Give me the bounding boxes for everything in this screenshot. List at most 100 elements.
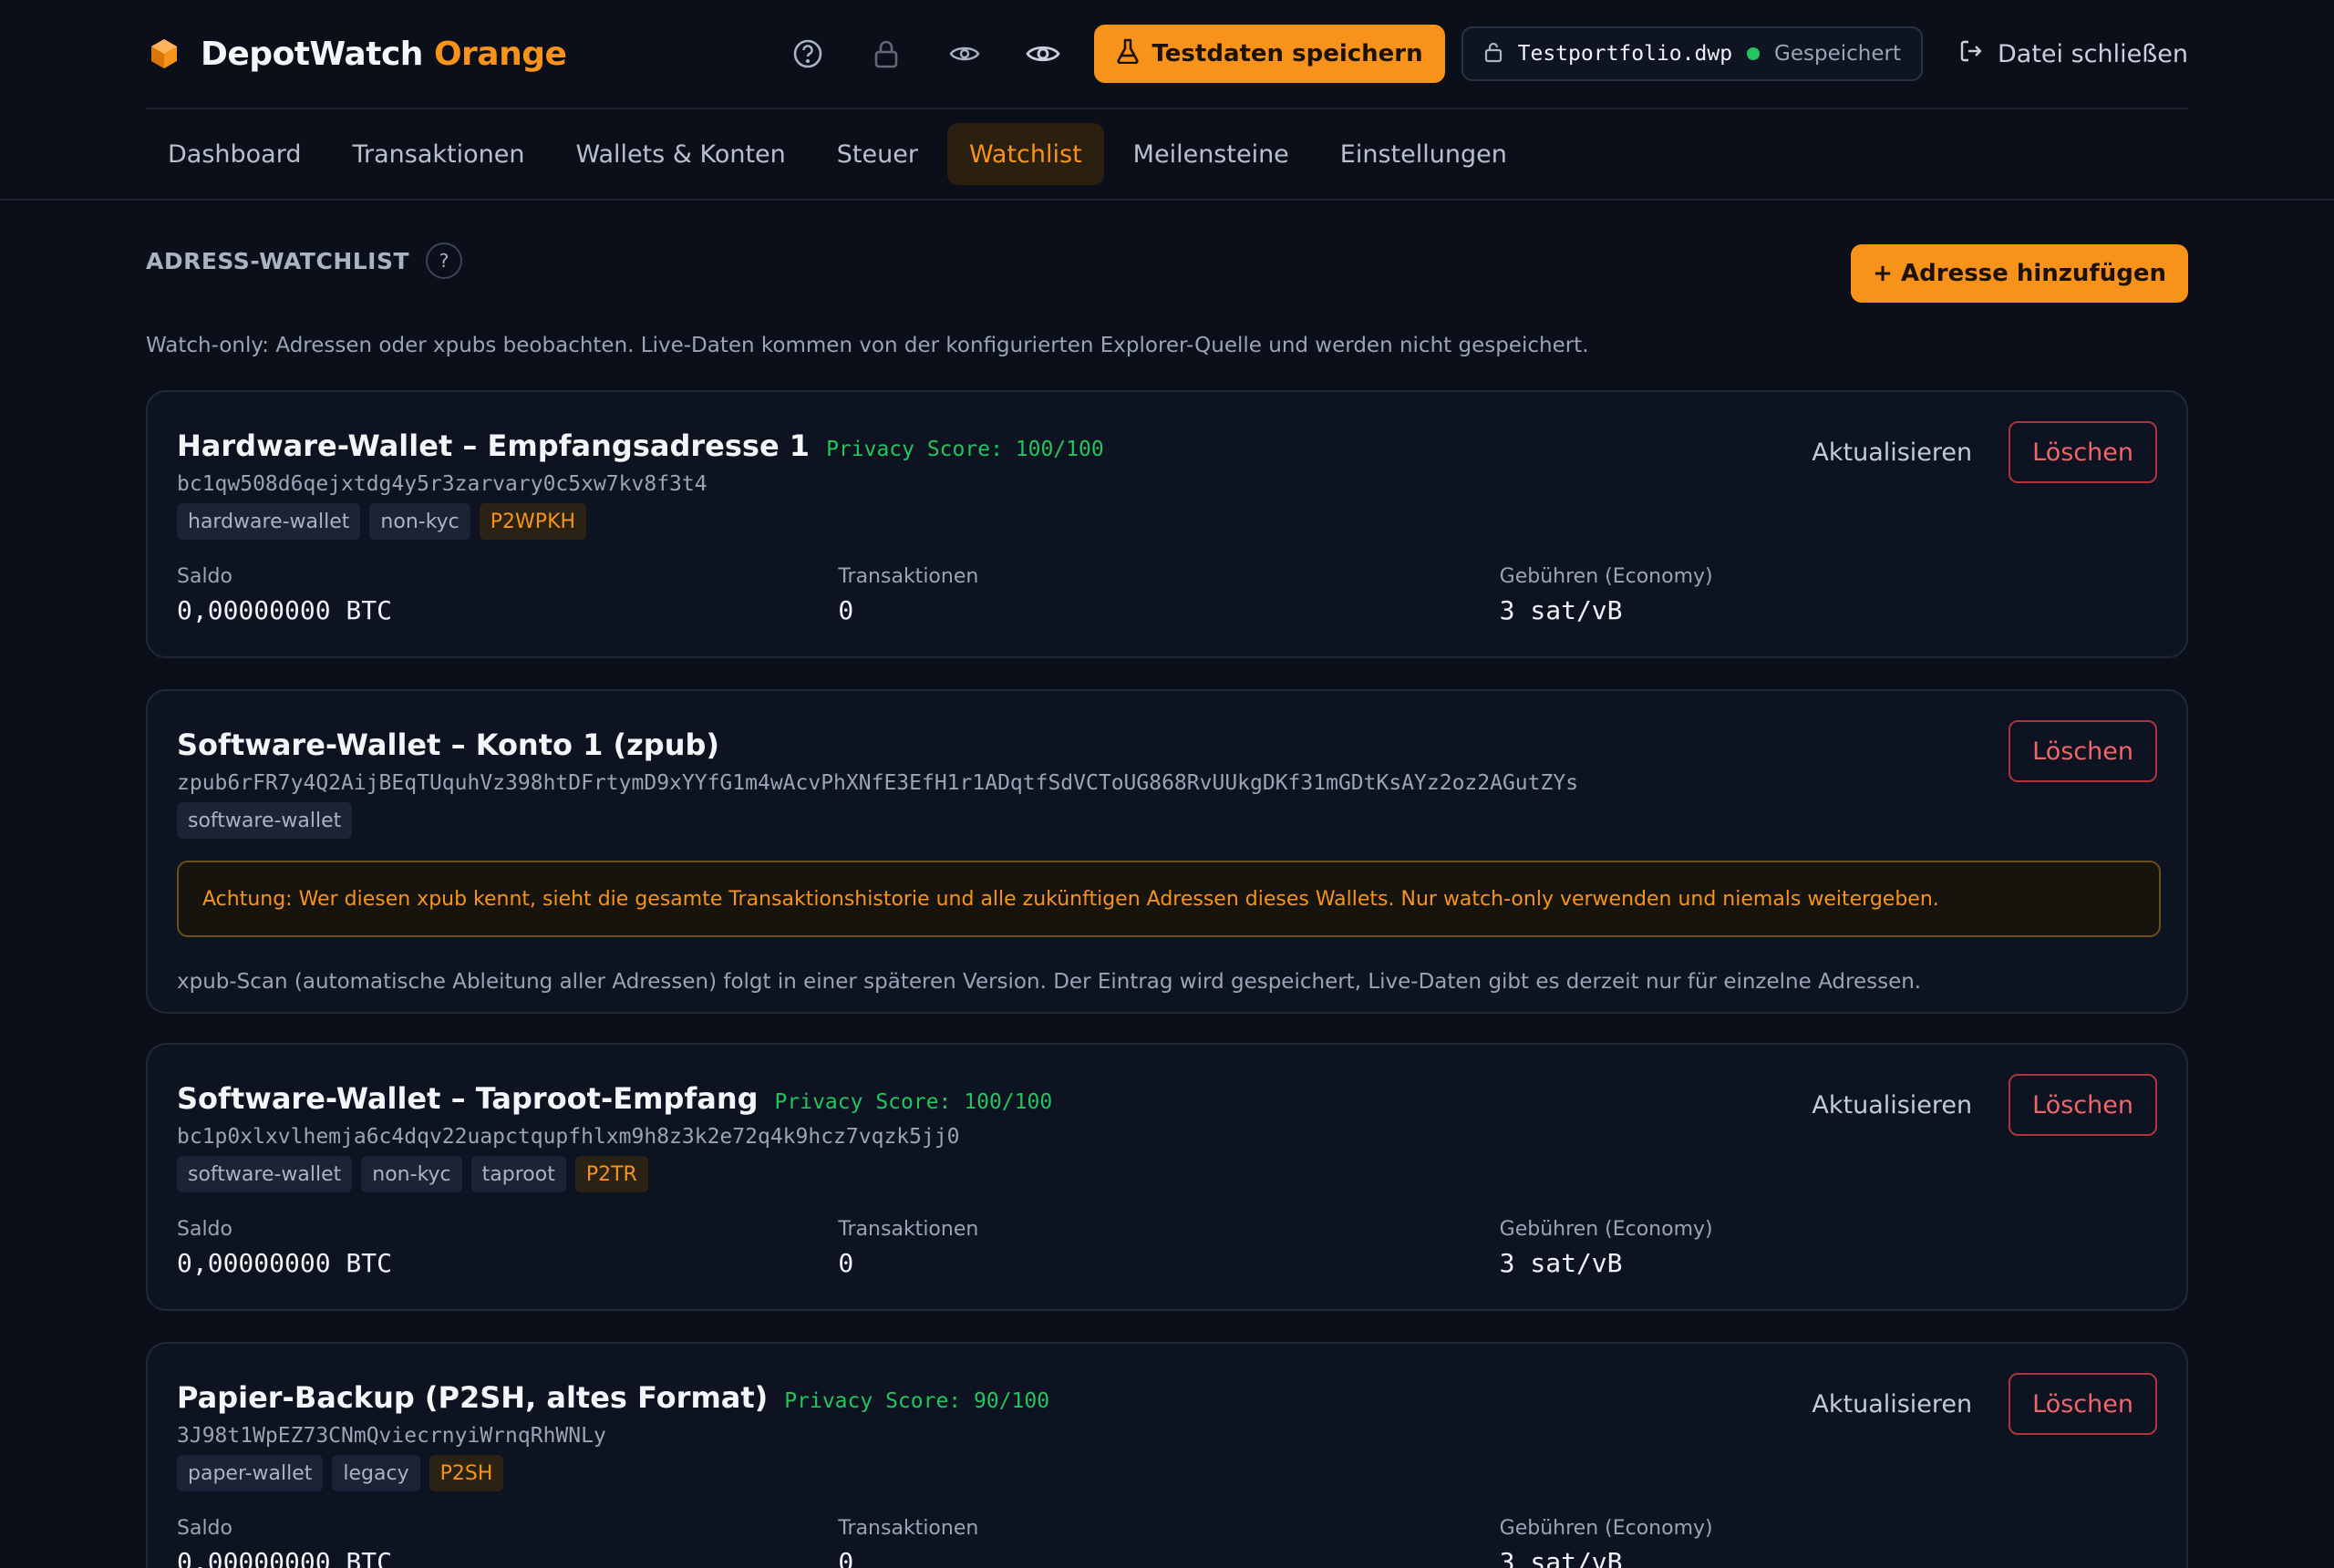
- card-address: bc1qw508d6qejxtdg4y5r3zarvary0c5xw7kv8f3…: [177, 472, 707, 496]
- tab-meilensteine[interactable]: Meilensteine: [1111, 123, 1311, 185]
- tag-list: hardware-wallet non-kyc P2WPKH: [177, 503, 587, 540]
- add-address-button[interactable]: + Adresse hinzufügen: [1851, 244, 2188, 303]
- tabs-divider: [0, 199, 2334, 201]
- delete-button[interactable]: Löschen: [2009, 421, 2157, 483]
- tab-einstellungen[interactable]: Einstellungen: [1318, 123, 1529, 185]
- tab-dashboard[interactable]: Dashboard: [146, 123, 323, 185]
- unlock-icon: [1483, 41, 1503, 67]
- tag: paper-wallet: [177, 1455, 324, 1491]
- logout-icon: [1959, 39, 1983, 69]
- eye-icon[interactable]: [937, 26, 992, 81]
- stat-fees: Gebühren (Economy) 3 sat/vB: [1500, 1517, 2161, 1568]
- card-actions: Löschen: [2009, 720, 2157, 782]
- card-stats: Saldo 0,00000000 BTC Transaktionen 0 Geb…: [177, 1517, 2161, 1568]
- card-actions: Aktualisieren Löschen: [1812, 1373, 2157, 1435]
- card-title-row: Papier-Backup (P2SH, altes Format) Priva…: [177, 1380, 1049, 1415]
- file-indicator: Testportfolio.dwp Gespeichert: [1461, 26, 1923, 81]
- watchlist-card: Software-Wallet – Taproot-Empfang Privac…: [146, 1043, 2188, 1311]
- stat-transactions: Transaktionen 0: [838, 565, 1499, 625]
- address-type-badge: P2SH: [429, 1455, 504, 1491]
- card-actions: Aktualisieren Löschen: [1812, 1074, 2157, 1136]
- card-stats: Saldo 0,00000000 BTC Transaktionen 0 Geb…: [177, 565, 2161, 625]
- tag: legacy: [332, 1455, 420, 1491]
- stat-value: 0: [838, 595, 854, 625]
- stat-value: 0,00000000 BTC: [177, 1248, 393, 1278]
- app-root: DepotWatch Orange Testdaten speichern Te…: [0, 0, 2334, 1568]
- card-title: Hardware-Wallet – Empfangsadresse 1: [177, 428, 811, 463]
- help-circle-icon[interactable]: [780, 26, 835, 81]
- delete-button[interactable]: Löschen: [2009, 1373, 2157, 1435]
- lock-icon[interactable]: [859, 26, 914, 81]
- delete-button[interactable]: Löschen: [2009, 720, 2157, 782]
- tag: non-kyc: [361, 1156, 462, 1192]
- eye-icon[interactable]: [1016, 26, 1070, 81]
- stat-label: Gebühren (Economy): [1499, 565, 1713, 588]
- card-address: bc1p0xlxvlhemja6c4dqv22uapctqupfhlxm9h8z…: [177, 1125, 960, 1149]
- file-name: Testportfolio.dwp: [1517, 42, 1733, 66]
- stat-label: Transaktionen: [838, 1218, 979, 1241]
- section-help-button[interactable]: ?: [426, 242, 463, 279]
- xpub-warning: Achtung: Wer diesen xpub kennt, sieht di…: [177, 861, 2161, 937]
- delete-button[interactable]: Löschen: [2009, 1074, 2157, 1136]
- tag: non-kyc: [369, 503, 470, 540]
- stat-transactions: Transaktionen 0: [838, 1517, 1499, 1568]
- privacy-score: Privacy Score: 100/100: [826, 438, 1104, 461]
- stat-label: Transaktionen: [838, 1517, 979, 1540]
- card-title-row: Software-Wallet – Konto 1 (zpub): [177, 727, 719, 762]
- refresh-button[interactable]: Aktualisieren: [1812, 1390, 1972, 1418]
- watchlist-card: Hardware-Wallet – Empfangsadresse 1 Priv…: [146, 390, 2188, 658]
- stat-label: Saldo: [177, 1517, 232, 1540]
- stat-label: Saldo: [177, 565, 232, 588]
- stat-value: 3 sat/vB: [1499, 1547, 1623, 1568]
- tag-list: software-wallet: [177, 802, 353, 839]
- main-tabs: Dashboard Transaktionen Wallets & Konten…: [146, 122, 1529, 186]
- privacy-score: Privacy Score: 100/100: [774, 1090, 1053, 1114]
- app-title: DepotWatch Orange: [201, 35, 567, 73]
- tab-watchlist[interactable]: Watchlist: [946, 123, 1104, 185]
- tab-transaktionen[interactable]: Transaktionen: [330, 123, 546, 185]
- stat-value: 3 sat/vB: [1499, 1248, 1623, 1278]
- section-title: ADRESS-WATCHLIST: [146, 247, 410, 274]
- brand-accent: Orange: [433, 35, 567, 73]
- address-type-badge: P2TR: [574, 1156, 648, 1192]
- section-intro: Watch-only: Adressen oder xpubs beobacht…: [146, 334, 1589, 357]
- stat-label: Gebühren (Economy): [1499, 1218, 1713, 1241]
- stat-value: 3 sat/vB: [1499, 595, 1623, 625]
- close-file-label: Datei schließen: [1998, 39, 2188, 68]
- refresh-button[interactable]: Aktualisieren: [1812, 438, 1972, 467]
- tab-steuer[interactable]: Steuer: [815, 123, 940, 185]
- brand[interactable]: DepotWatch Orange: [146, 35, 567, 73]
- watchlist-card: Software-Wallet – Konto 1 (zpub) zpub6rF…: [146, 689, 2188, 1014]
- stat-label: Saldo: [177, 1218, 232, 1241]
- top-actions: Testdaten speichern Testportfolio.dwp Ge…: [780, 25, 2188, 83]
- privacy-score: Privacy Score: 90/100: [784, 1389, 1050, 1413]
- card-title-row: Hardware-Wallet – Empfangsadresse 1 Priv…: [177, 428, 1104, 463]
- card-address: 3J98t1WpEZ73CNmQviecrnyiWrnqRhWNLy: [177, 1424, 606, 1448]
- top-bar: DepotWatch Orange Testdaten speichern Te…: [146, 0, 2188, 109]
- card-title-row: Software-Wallet – Taproot-Empfang Privac…: [177, 1081, 1052, 1116]
- tag: software-wallet: [177, 1156, 353, 1192]
- close-file-button[interactable]: Datei schließen: [1959, 39, 2188, 69]
- stat-value: 0: [838, 1547, 854, 1568]
- card-actions: Aktualisieren Löschen: [1812, 421, 2157, 483]
- tag-list: paper-wallet legacy P2SH: [177, 1455, 504, 1491]
- stat-fees: Gebühren (Economy) 3 sat/vB: [1500, 565, 2161, 625]
- tag: software-wallet: [177, 802, 353, 839]
- tag: hardware-wallet: [177, 503, 361, 540]
- stat-fees: Gebühren (Economy) 3 sat/vB: [1500, 1218, 2161, 1278]
- xpub-note: xpub-Scan (automatische Ableitung aller …: [177, 970, 1922, 994]
- card-title: Papier-Backup (P2SH, altes Format): [177, 1380, 769, 1415]
- tag: taproot: [470, 1156, 566, 1192]
- save-testdata-label: Testdaten speichern: [1152, 40, 1423, 67]
- stat-value: 0: [838, 1248, 854, 1278]
- card-title: Software-Wallet – Konto 1 (zpub): [177, 727, 719, 762]
- stat-value: 0,00000000 BTC: [177, 595, 393, 625]
- card-title: Software-Wallet – Taproot-Empfang: [177, 1081, 759, 1116]
- stat-label: Transaktionen: [838, 565, 979, 588]
- card-stats: Saldo 0,00000000 BTC Transaktionen 0 Geb…: [177, 1218, 2161, 1278]
- flask-icon: [1116, 38, 1140, 70]
- card-address: zpub6rFR7y4Q2AijBEqTUquhVz398htDFrtymD9x…: [177, 771, 1579, 795]
- save-testdata-button[interactable]: Testdaten speichern: [1093, 25, 1445, 83]
- tab-wallets-konten[interactable]: Wallets & Konten: [553, 123, 807, 185]
- refresh-button[interactable]: Aktualisieren: [1812, 1091, 1972, 1119]
